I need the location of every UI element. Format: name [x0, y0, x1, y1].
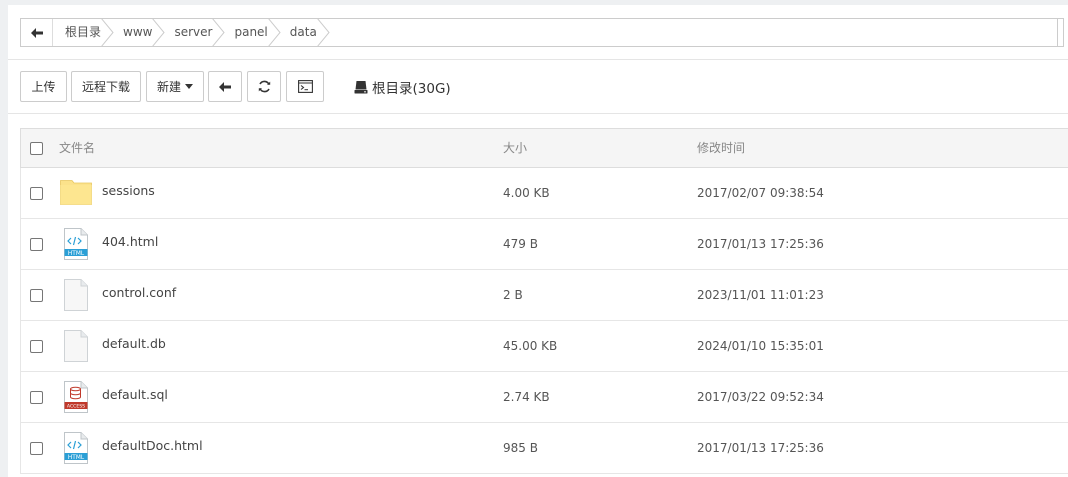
table-row[interactable]: control.conf 2 B 2023/11/01 11:01:23 — [20, 270, 1068, 321]
header-size[interactable]: 大小 — [503, 129, 527, 168]
row-checkbox[interactable] — [30, 391, 43, 404]
breadcrumb-label: 根目录 — [65, 25, 102, 39]
file-name[interactable]: defaultDoc.html — [102, 423, 203, 469]
table-row[interactable]: sessions 4.00 KB 2017/02/07 09:38:54 — [20, 168, 1068, 219]
row-checkbox[interactable] — [30, 340, 43, 353]
breadcrumb-label: panel — [234, 25, 268, 39]
remote-download-button[interactable]: 远程下载 — [71, 71, 141, 102]
row-checkbox[interactable] — [30, 442, 43, 455]
select-all-checkbox[interactable] — [30, 142, 43, 155]
breadcrumb-end — [1057, 19, 1063, 46]
file-name[interactable]: sessions — [102, 168, 155, 214]
breadcrumb-item-server[interactable]: server — [162, 18, 226, 47]
file-name[interactable]: default.db — [102, 321, 166, 367]
refresh-button[interactable] — [247, 71, 281, 102]
row-checkbox[interactable] — [30, 187, 43, 200]
table-row[interactable]: default.db 45.00 KB 2024/01/10 15:35:01 — [20, 321, 1068, 372]
breadcrumb-label: www — [123, 25, 153, 39]
file-mtime: 2017/01/13 17:25:36 — [697, 441, 824, 455]
file-manager-panel: 根目录 www server panel data 上传 远程下载 新建 根目录… — [8, 5, 1068, 477]
header-filename[interactable]: 文件名 — [59, 129, 95, 168]
file-name[interactable]: control.conf — [102, 270, 176, 316]
file-name[interactable]: 404.html — [102, 219, 158, 265]
header-mtime[interactable]: 修改时间 — [697, 129, 745, 168]
new-label: 新建 — [156, 80, 181, 94]
file-size: 479 B — [503, 237, 538, 251]
breadcrumb: 根目录 www server panel data — [20, 18, 1064, 47]
file-table: 文件名 大小 修改时间 sessions 4.00 KB 2017/02/07 … — [20, 128, 1068, 474]
terminal-button[interactable] — [286, 71, 324, 102]
back-button[interactable] — [208, 71, 242, 102]
file-name[interactable]: default.sql — [102, 372, 168, 418]
html-file-icon: HTML — [64, 228, 88, 260]
arrow-left-icon — [30, 27, 43, 38]
database-file-icon: ACCESS — [64, 381, 88, 413]
breadcrumb-label: data — [289, 25, 317, 39]
file-mtime: 2023/11/01 11:01:23 — [697, 288, 824, 302]
upload-label: 上传 — [31, 80, 56, 94]
html-badge-text: HTML — [68, 251, 85, 257]
caret-down-icon — [185, 84, 193, 89]
table-row[interactable]: ACCESS default.sql 2.74 KB 2017/03/22 09… — [20, 372, 1068, 423]
file-mtime: 2017/01/13 17:25:36 — [697, 237, 824, 251]
file-size: 985 B — [503, 441, 538, 455]
breadcrumb-item-data[interactable]: data — [278, 18, 330, 47]
back-arrow-button[interactable] — [21, 19, 53, 46]
table-row[interactable]: HTML defaultDoc.html 985 B 2017/01/13 17… — [20, 423, 1068, 474]
blank-file-icon — [64, 330, 88, 362]
remote-download-label: 远程下载 — [81, 80, 130, 94]
row-checkbox[interactable] — [30, 238, 43, 251]
html-badge-text: HTML — [68, 455, 85, 461]
table-header: 文件名 大小 修改时间 — [20, 129, 1068, 168]
disk-label: 根目录(30G) — [372, 81, 451, 97]
breadcrumb-item-www[interactable]: www — [111, 18, 166, 47]
row-checkbox[interactable] — [30, 289, 43, 302]
file-size: 4.00 KB — [503, 186, 550, 200]
breadcrumb-item-root[interactable]: 根目录 — [53, 18, 114, 47]
table-row[interactable]: HTML 404.html 479 B 2017/01/13 17:25:36 — [20, 219, 1068, 270]
file-size: 45.00 KB — [503, 339, 558, 353]
access-badge-text: ACCESS — [67, 404, 85, 410]
divider — [8, 113, 1068, 114]
arrow-left-icon — [219, 81, 231, 92]
file-size: 2.74 KB — [503, 390, 550, 404]
disk-selector[interactable]: 根目录(30G) — [354, 77, 451, 97]
breadcrumb-separator-icon — [316, 18, 330, 47]
hard-drive-icon — [354, 81, 368, 94]
html-file-icon: HTML — [64, 432, 88, 464]
terminal-icon — [297, 80, 313, 93]
breadcrumb-item-panel[interactable]: panel — [222, 18, 281, 47]
new-dropdown-button[interactable]: 新建 — [146, 71, 204, 102]
file-mtime: 2017/03/22 09:52:34 — [697, 390, 824, 404]
file-mtime: 2017/02/07 09:38:54 — [697, 186, 824, 200]
file-mtime: 2024/01/10 15:35:01 — [697, 339, 824, 353]
file-size: 2 B — [503, 288, 523, 302]
upload-button[interactable]: 上传 — [20, 71, 67, 102]
folder-icon — [60, 180, 92, 205]
refresh-icon — [258, 80, 270, 93]
divider — [8, 59, 1068, 60]
breadcrumb-label: server — [174, 25, 213, 39]
blank-file-icon — [64, 279, 88, 311]
